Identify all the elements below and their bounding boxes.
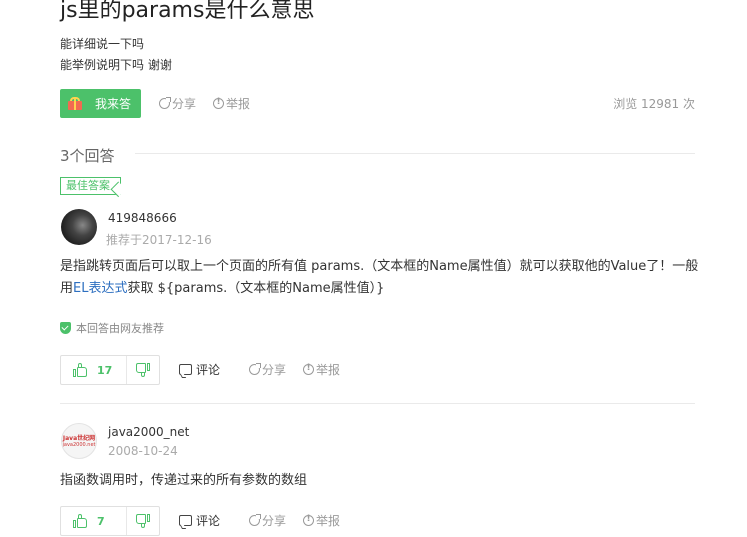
thumbs-up-icon bbox=[73, 363, 87, 377]
report-icon bbox=[213, 97, 224, 109]
answer-username[interactable]: java2000_net bbox=[108, 425, 189, 439]
share-label: 分享 bbox=[172, 97, 197, 111]
share-button[interactable]: 分享 bbox=[159, 95, 196, 112]
divider bbox=[60, 403, 695, 404]
dislike-button[interactable] bbox=[127, 507, 159, 535]
vote-box: 17 bbox=[60, 355, 160, 385]
share-button[interactable]: 分享 bbox=[249, 512, 286, 529]
comment-label: 评论 bbox=[196, 514, 221, 528]
like-button[interactable]: 7 bbox=[61, 507, 127, 535]
like-button[interactable]: 17 bbox=[61, 356, 127, 384]
answer-username[interactable]: 419848666 bbox=[108, 211, 177, 225]
el-expression-link[interactable]: EL表达式 bbox=[73, 281, 127, 296]
avatar-logo-subtext: java2000.net bbox=[62, 441, 96, 448]
comment-button[interactable]: 评论 bbox=[179, 361, 220, 378]
avatar[interactable] bbox=[61, 209, 97, 245]
answer-button[interactable]: 我来答 bbox=[60, 89, 141, 118]
answer-text: 是指跳转页面后可以取上一个页面的所有值 params.（文本框的Name属性值）… bbox=[60, 259, 699, 296]
report-icon bbox=[303, 514, 314, 526]
answer-date: 2008-10-24 bbox=[108, 444, 178, 458]
question-description-line2: 能举例说明下吗 谢谢 bbox=[60, 58, 172, 72]
like-count: 7 bbox=[97, 514, 105, 528]
comment-button[interactable]: 评论 bbox=[179, 512, 220, 529]
thumbs-down-icon bbox=[136, 514, 150, 528]
share-icon bbox=[249, 514, 261, 526]
report-button[interactable]: 举报 bbox=[213, 95, 250, 112]
answer-date: 推荐于2017-12-16 bbox=[106, 233, 212, 247]
like-count: 17 bbox=[97, 363, 113, 377]
shield-icon bbox=[60, 322, 71, 334]
thumbs-down-icon bbox=[136, 363, 150, 377]
report-button[interactable]: 举报 bbox=[303, 361, 340, 378]
comment-label: 评论 bbox=[196, 363, 221, 377]
comment-icon bbox=[179, 515, 192, 526]
best-answer-badge: 最佳答案 bbox=[60, 177, 121, 195]
question-description: 能详细说一下吗 bbox=[60, 37, 145, 51]
answer-button-label: 我来答 bbox=[95, 97, 132, 111]
share-icon bbox=[159, 97, 171, 109]
recommend-label: 本回答由网友推荐 bbox=[76, 322, 164, 335]
gift-icon bbox=[68, 97, 82, 110]
answer-count: 3个回答 bbox=[60, 147, 115, 165]
report-label: 举报 bbox=[316, 363, 341, 377]
answer-text: 指函数调用时，传递过来的所有参数的数组 bbox=[60, 473, 308, 488]
share-label: 分享 bbox=[262, 363, 287, 377]
avatar[interactable]: Java世纪网 java2000.net bbox=[61, 423, 97, 459]
question-title: js里的params是什么意思 bbox=[60, 0, 315, 23]
thumbs-up-icon bbox=[73, 514, 87, 528]
avatar-logo-text: Java世纪网 bbox=[62, 434, 96, 442]
dislike-button[interactable] bbox=[127, 356, 159, 384]
share-button[interactable]: 分享 bbox=[249, 361, 286, 378]
share-label: 分享 bbox=[262, 514, 287, 528]
divider bbox=[135, 153, 695, 154]
share-icon bbox=[249, 363, 261, 375]
vote-box: 7 bbox=[60, 506, 160, 536]
report-label: 举报 bbox=[226, 97, 251, 111]
report-label: 举报 bbox=[316, 514, 341, 528]
comment-icon bbox=[179, 364, 192, 375]
report-icon bbox=[303, 363, 314, 375]
report-button[interactable]: 举报 bbox=[303, 512, 340, 529]
view-count: 浏览 12981 次 bbox=[613, 97, 695, 111]
recommend-note: 本回答由网友推荐 bbox=[60, 320, 164, 336]
